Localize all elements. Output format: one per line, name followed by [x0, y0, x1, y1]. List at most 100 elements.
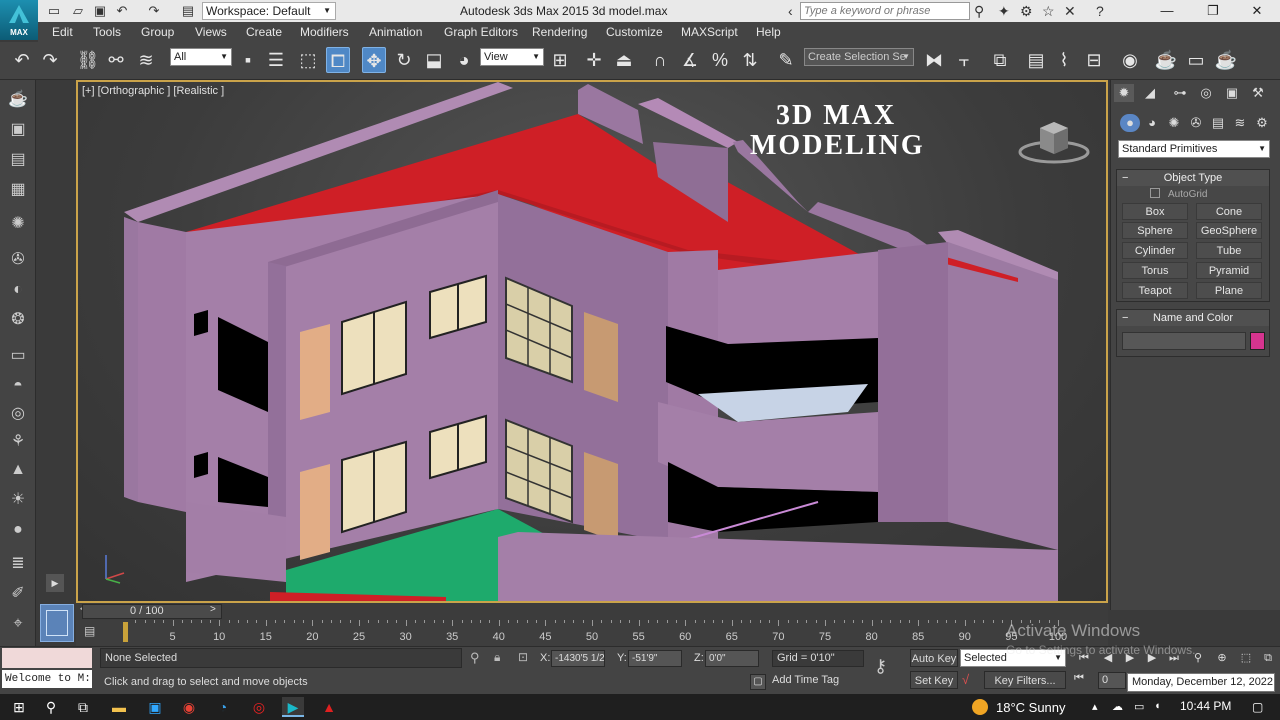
undo-icon[interactable]: ↶	[114, 3, 130, 19]
menu-rendering[interactable]: Rendering	[532, 25, 587, 39]
windows-start-icon[interactable]: ⊞	[8, 697, 30, 717]
subscription-icon[interactable]: ✦	[998, 3, 1010, 19]
maximize-viewport-icon[interactable]: ⧉	[1258, 648, 1278, 668]
schematic-view-icon[interactable]: ⊟	[1082, 47, 1106, 73]
geosphere-button[interactable]: GeoSphere	[1196, 222, 1262, 239]
geometry-icon[interactable]: ●	[1120, 114, 1140, 132]
cameras-icon[interactable]: ✇	[1186, 114, 1206, 132]
key-tangent-icon[interactable]: √	[962, 672, 969, 687]
autogrid-checkbox[interactable]: AutoGrid	[1150, 188, 1207, 200]
shapes-icon[interactable]: ◕	[1142, 114, 1162, 132]
key-filters-button[interactable]: Key Filters...	[984, 671, 1066, 689]
bind-spacewarp-icon[interactable]: ≋	[134, 47, 158, 73]
help-icon[interactable]: ?	[1096, 3, 1104, 19]
set-key-button[interactable]: Set Key	[910, 671, 958, 689]
menu-maxscript[interactable]: MAXScript	[681, 25, 738, 39]
steps-icon[interactable]: ≣	[6, 552, 30, 576]
menu-help[interactable]: Help	[756, 25, 781, 39]
create-tab-icon[interactable]: ✹	[1114, 84, 1134, 102]
object-name-input[interactable]	[1122, 332, 1246, 350]
select-by-name-icon[interactable]: ☰	[264, 47, 288, 73]
keyboard-shortcut-icon[interactable]: ⏏	[612, 47, 636, 73]
pyramid-button[interactable]: Pyramid	[1196, 262, 1262, 279]
render-setup-icon[interactable]: ☕	[1154, 47, 1178, 73]
disc-icon[interactable]: ●	[6, 518, 30, 542]
torus-icon[interactable]: ◎	[6, 402, 30, 426]
grid-icon[interactable]: ▦	[6, 178, 30, 202]
image-icon[interactable]: ▣	[6, 118, 30, 142]
taskbar-clock[interactable]: 10:44 PM	[1180, 699, 1231, 713]
object-paint-icon[interactable]: ✐	[6, 582, 30, 606]
render-production-icon[interactable]: ☕	[1214, 47, 1238, 73]
search-input[interactable]: Type a keyword or phrase	[800, 2, 970, 20]
curve-editor-mini-icon[interactable]: ▤	[84, 624, 104, 640]
time-slider[interactable]	[76, 603, 1108, 620]
task-view-icon[interactable]: ⧉	[72, 697, 94, 717]
app-menu-button[interactable]: MAX	[0, 0, 38, 40]
snaps-toggle-icon[interactable]: ∩	[648, 47, 672, 73]
manipulate-icon[interactable]: ✛	[582, 47, 606, 73]
select-and-place-icon[interactable]: ◕	[452, 47, 476, 73]
maxscript-listener[interactable]	[2, 648, 92, 668]
viewport-label[interactable]: [+] [Orthographic ] [Realistic ]	[82, 85, 224, 97]
dome-icon[interactable]: ◓	[6, 374, 30, 398]
cone-button[interactable]: Cone	[1196, 203, 1262, 220]
menu-customize[interactable]: Customize	[606, 25, 663, 39]
cone-icon[interactable]: ▲	[6, 458, 30, 482]
pivot-center-icon[interactable]: ⊞	[548, 47, 572, 73]
expand-arrow-icon[interactable]: ▶	[46, 574, 64, 592]
sphere-button[interactable]: Sphere	[1122, 222, 1188, 239]
particles-icon[interactable]: ❂	[6, 308, 30, 332]
motion-tab-icon[interactable]: ◎	[1196, 84, 1216, 102]
camera-icon[interactable]: ✇	[6, 248, 30, 272]
curve-editor-icon[interactable]: ⌇	[1052, 47, 1076, 73]
chrome-icon[interactable]: ◉	[178, 697, 200, 717]
select-and-move-icon[interactable]: ✥	[362, 47, 386, 73]
material-editor-icon[interactable]: ◉	[1118, 47, 1142, 73]
battery-icon[interactable]: ▭	[1134, 700, 1144, 713]
lock-selection-icon[interactable]: 🔒︎	[494, 650, 500, 665]
box-button[interactable]: Box	[1122, 203, 1188, 220]
building-model[interactable]	[78, 82, 1106, 601]
notifications-icon[interactable]: ▢	[1252, 700, 1263, 714]
select-and-rotate-icon[interactable]: ↻	[392, 47, 416, 73]
plane-icon[interactable]: ▭	[6, 344, 30, 368]
workspace-dropdown[interactable]: Workspace: Default ▼	[202, 2, 336, 20]
key-mode-toggle-icon[interactable]: ⏮	[1074, 672, 1084, 685]
scene-explorer-icon[interactable]: ▤	[1024, 47, 1048, 73]
minimize-button[interactable]: —	[1144, 0, 1190, 22]
acrobat-icon[interactable]: ▲	[318, 697, 340, 717]
percent-snap-icon[interactable]: %	[708, 47, 732, 73]
isolate-icon[interactable]: ⚲	[470, 650, 480, 666]
align-icon[interactable]: ⫟	[952, 47, 976, 73]
time-playhead[interactable]	[123, 622, 128, 642]
teapot-button[interactable]: Teapot	[1122, 282, 1188, 299]
sphere-map-icon[interactable]: ◐	[6, 278, 30, 302]
perspective-viewport[interactable]: [+] [Orthographic ] [Realistic ] 3D MAX …	[76, 80, 1108, 603]
compass-icon[interactable]: ⌖	[6, 612, 30, 636]
layer-explorer-icon[interactable]: ⧉	[988, 47, 1012, 73]
zoom-extents-icon[interactable]: ⬚	[1236, 648, 1256, 668]
helpers-icon[interactable]: ▤	[1208, 114, 1228, 132]
sun-icon[interactable]: ☀	[6, 488, 30, 512]
exchange-icon[interactable]: ✕	[1064, 3, 1076, 19]
time-tag-icon[interactable]: ▢	[750, 674, 766, 690]
modify-tab-icon[interactable]: ◢	[1140, 84, 1160, 102]
edit-named-selection-icon[interactable]: ✎	[774, 47, 798, 73]
link-icon[interactable]: ⛓	[76, 47, 100, 73]
favorites-star-icon[interactable]: ☆	[1042, 3, 1055, 19]
current-frame-field[interactable]: 0	[1098, 672, 1126, 689]
auto-key-button[interactable]: Auto Key	[910, 649, 958, 667]
zoom-all-icon[interactable]: ⊕	[1212, 648, 1232, 668]
search-expand-icon[interactable]: ‹	[788, 3, 793, 19]
display-tab-icon[interactable]: ▣	[1222, 84, 1242, 102]
x-coordinate-field[interactable]: -1430'5 1/2	[551, 650, 605, 667]
file-explorer-icon[interactable]: ▬	[108, 697, 130, 717]
named-selection-dropdown[interactable]: Create Selection Se ▼	[804, 48, 914, 66]
y-coordinate-field[interactable]: -51'9"	[628, 650, 682, 667]
plane-button[interactable]: Plane	[1196, 282, 1262, 299]
network-icon[interactable]: ▴	[1092, 700, 1098, 713]
communication-icon[interactable]: ⚙	[1020, 3, 1033, 19]
save-file-icon[interactable]: ▣	[92, 3, 108, 19]
onedrive-icon[interactable]: ☁	[1112, 700, 1123, 713]
